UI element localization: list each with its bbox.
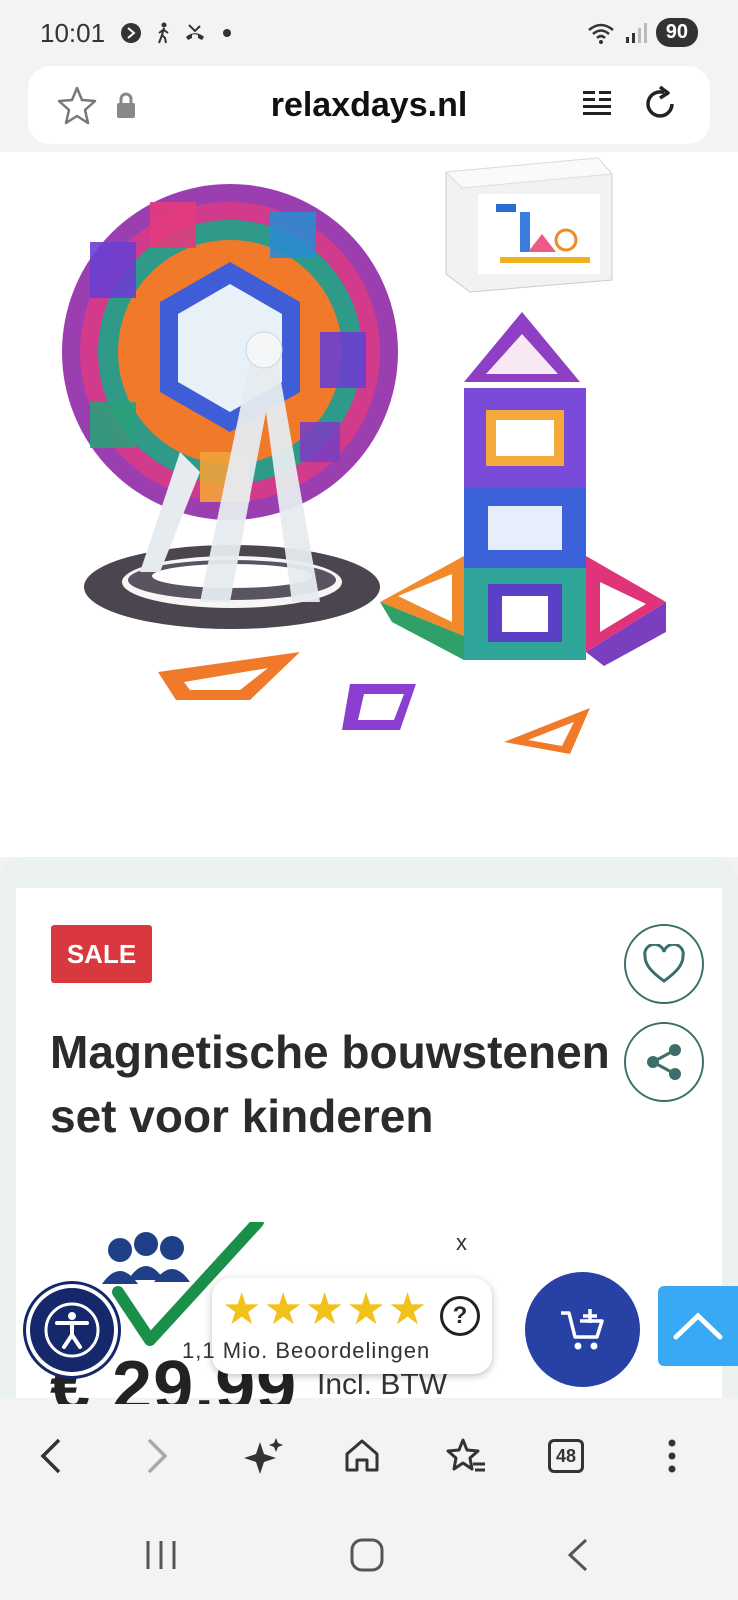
chevron-right-icon: [147, 1438, 168, 1474]
back-button[interactable]: [24, 1430, 76, 1482]
bookmarks-star-icon: [446, 1438, 485, 1472]
home-icon: [345, 1439, 379, 1472]
share-icon: [647, 1044, 681, 1080]
dot-icon: [223, 29, 231, 37]
status-notification-icons: [120, 22, 238, 44]
tabs-button[interactable]: 48: [540, 1430, 592, 1482]
heart-icon: [643, 944, 685, 983]
sparkle-icon: [244, 1438, 283, 1474]
back-arrow-icon: [567, 1538, 588, 1572]
missed-call-icon: [186, 24, 204, 40]
accessibility-button[interactable]: [26, 1284, 118, 1376]
home-circle-icon: [350, 1538, 384, 1572]
review-help-button[interactable]: ?: [440, 1296, 480, 1336]
more-vertical-icon: [668, 1439, 676, 1473]
forward-button[interactable]: [132, 1430, 184, 1482]
screen: 10:01 90 relaxdays.nl SALE Magnetische b…: [0, 0, 738, 1600]
wifi-icon: [587, 23, 614, 44]
chevron-left-icon: [40, 1438, 61, 1474]
product-image[interactable]: [0, 152, 738, 916]
tabs-count: 48: [548, 1439, 584, 1473]
share-button[interactable]: [624, 1022, 704, 1102]
product-title: Magnetische bouwstenen set voor kinderen: [50, 1026, 610, 1142]
reader-mode-icon[interactable]: [580, 86, 614, 120]
sale-badge: SALE: [51, 925, 152, 983]
home-nav-button[interactable]: [342, 1530, 392, 1580]
ai-assistant-button[interactable]: [238, 1430, 290, 1482]
product-photo-magnetic-blocks: [62, 157, 666, 754]
status-system-icons: 90: [586, 18, 698, 47]
bookmarks-button[interactable]: [440, 1430, 492, 1482]
browser-menu-button[interactable]: [646, 1430, 698, 1482]
walking-icon: [158, 22, 169, 44]
browser-toolbar: 48: [0, 1404, 738, 1506]
rocket-model: [380, 312, 666, 666]
chevron-up-icon: [673, 1312, 723, 1340]
trust-seal-logo: [102, 1222, 264, 1346]
status-bar: 10:01 90: [0, 0, 738, 64]
battery-indicator: 90: [655, 18, 698, 47]
add-to-cart-icon: [560, 1308, 604, 1349]
review-widget-close-button[interactable]: x: [456, 1230, 467, 1256]
product-box-image: [444, 157, 614, 293]
signal-icon: [625, 22, 647, 43]
wishlist-button[interactable]: [624, 924, 704, 1004]
sync-icon: [121, 23, 141, 43]
add-to-cart-button[interactable]: [525, 1272, 640, 1387]
recent-apps-button[interactable]: [136, 1530, 186, 1580]
accessibility-icon: [44, 1302, 100, 1358]
reload-icon[interactable]: [640, 84, 680, 124]
system-navigation-bar: [0, 1506, 738, 1600]
recent-apps-icon: [146, 1541, 176, 1569]
home-button[interactable]: [336, 1430, 388, 1482]
status-time: 10:01: [40, 18, 106, 48]
address-bar[interactable]: relaxdays.nl: [28, 66, 710, 144]
back-nav-button[interactable]: [552, 1530, 602, 1580]
scroll-to-top-button[interactable]: [658, 1286, 738, 1366]
